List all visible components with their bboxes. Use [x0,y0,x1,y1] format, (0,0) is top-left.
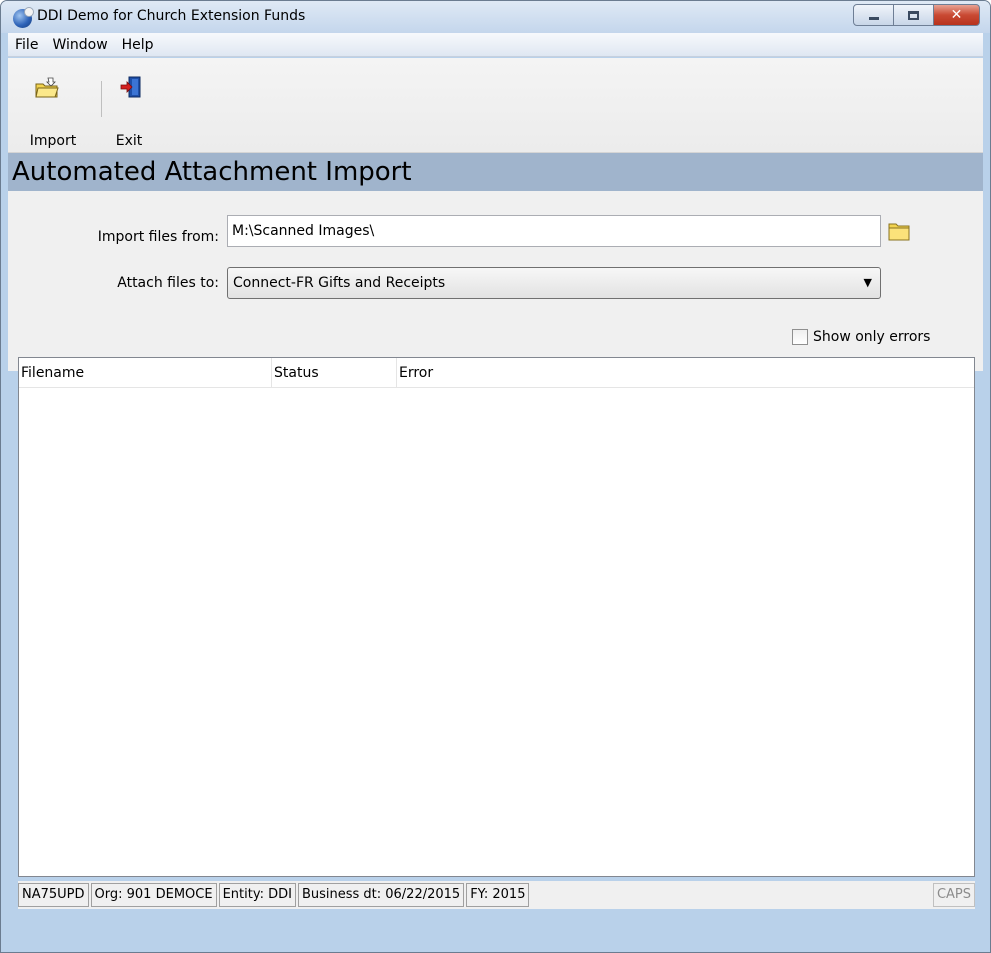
show-only-errors-label: Show only errors [813,329,931,345]
show-only-errors-toggle[interactable]: Show only errors [792,329,930,345]
import-form: Import files from: Attach files to: Conn… [8,191,983,371]
title-bar[interactable]: DDI Demo for Church Extension Funds ✕ [1,1,990,33]
exit-door-icon [120,76,141,98]
column-header-filename[interactable]: Filename [19,358,272,388]
menu-help[interactable]: Help [115,37,161,53]
import-results-list[interactable]: Filename Status Error [18,357,975,877]
minimize-button[interactable] [853,4,894,26]
exit-button[interactable]: Exit [104,58,154,153]
minimize-icon [868,16,879,20]
exit-label: Exit [115,133,143,149]
caption-buttons: ✕ [853,4,980,26]
list-header: Filename Status Error [19,358,974,388]
dropdown-arrow-icon: ▼ [863,276,872,289]
status-user: NA75UPD [18,883,89,907]
close-icon: ✕ [950,7,963,23]
page-title: Automated Attachment Import [8,153,983,191]
folder-icon[interactable] [888,221,910,241]
maximize-icon [908,10,919,20]
close-button[interactable]: ✕ [934,4,980,26]
app-globe-icon [13,7,34,28]
column-header-error[interactable]: Error [397,358,974,388]
show-only-errors-checkbox[interactable] [792,329,808,345]
menu-bar: File Window Help [8,33,983,57]
toolbar-separator [101,81,102,117]
status-entity: Entity: DDI [218,883,296,907]
status-org: Org: 901 DEMOCE [90,883,217,907]
attach-to-label: Attach files to: [117,275,219,291]
app-window: DDI Demo for Church Extension Funds ✕ Fi… [0,0,991,953]
status-caps-indicator: CAPS [932,883,975,907]
open-folder-icon [35,77,59,98]
toolbar: Import Exit [8,58,983,153]
import-from-input[interactable] [227,215,881,247]
status-business-date: Business dt: 06/22/2015 [297,883,465,907]
window-title: DDI Demo for Church Extension Funds [37,8,306,24]
import-from-label: Import files from: [97,229,219,245]
status-bar: NA75UPD Org: 901 DEMOCE Entity: DDI Busi… [18,881,975,909]
menu-window[interactable]: Window [45,37,114,53]
import-label: Import [29,133,77,149]
maximize-button[interactable] [894,4,934,26]
menu-file[interactable]: File [8,37,45,53]
import-button[interactable]: Import [8,58,98,153]
status-fiscal-year: FY: 2015 [466,883,530,907]
attach-to-value: Connect-FR Gifts and Receipts [233,275,446,291]
attach-to-select[interactable]: Connect-FR Gifts and Receipts ▼ [227,267,881,299]
column-header-status[interactable]: Status [272,358,397,388]
